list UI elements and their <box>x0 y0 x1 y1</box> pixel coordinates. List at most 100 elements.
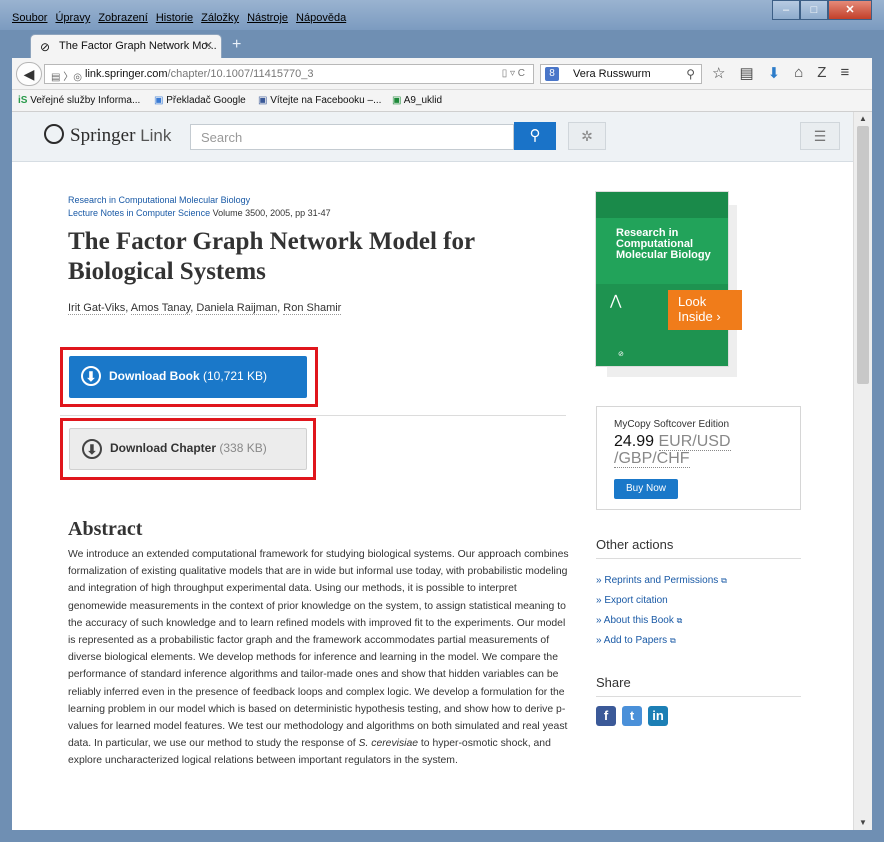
google-search-engine-icon[interactable]: 8 <box>545 67 559 81</box>
bookmark-item[interactable]: ▣ Překladač Google <box>154 95 246 106</box>
site-menu-button[interactable]: ☰ <box>800 122 840 150</box>
zotero-icon[interactable]: Z <box>817 64 826 82</box>
maximize-button[interactable]: □ <box>800 0 828 20</box>
hamburger-icon: ☰ <box>813 128 827 144</box>
highlight-box <box>60 418 316 480</box>
menu-nastroje[interactable]: Nástroje <box>247 12 288 24</box>
lncs-link[interactable]: Lecture Notes in Computer Science <box>68 208 210 218</box>
page-content: Springer Link Search ⚲ ✲ ☰ Research in C… <box>12 112 853 830</box>
tab-close-icon[interactable]: ✕ <box>204 39 213 52</box>
menu-upravy[interactable]: Úpravy <box>55 12 90 24</box>
author-link[interactable]: Ron Shamir <box>283 302 342 315</box>
divider <box>596 696 801 697</box>
lncs-line: Lecture Notes in Computer Science Volume… <box>68 208 331 218</box>
divider <box>60 415 566 416</box>
minimize-button[interactable]: – <box>772 0 800 20</box>
menu-historie[interactable]: Historie <box>156 12 193 24</box>
scrollbar-thumb[interactable] <box>857 126 869 384</box>
gear-button[interactable]: ✲ <box>568 122 606 150</box>
springer-horse-icon <box>44 124 64 144</box>
tab-title: The Factor Graph Network Mo... <box>59 40 217 52</box>
site-identity-icon[interactable]: ▤ 〉◎ <box>51 68 82 83</box>
highlight-box <box>60 347 318 407</box>
url-path: /chapter/10.1007/11415770_3 <box>167 68 314 80</box>
vertical-scrollbar[interactable]: ▲ ▼ <box>853 112 872 830</box>
gear-icon: ✲ <box>581 128 593 144</box>
bookmark-item[interactable]: iS Veřejné služby Informa... <box>18 95 140 106</box>
window-bottom-border <box>0 830 884 842</box>
author-link[interactable]: Irit Gat-Viks <box>68 302 126 315</box>
springer-header: Springer Link Search ⚲ ✲ ☰ <box>12 112 853 162</box>
search-button[interactable]: ⚲ <box>514 122 556 150</box>
site-search-input[interactable]: Search <box>190 124 514 150</box>
new-tab-button[interactable]: + <box>232 36 241 54</box>
menu-napoveda[interactable]: Nápověda <box>296 12 346 24</box>
browser-window: Soubor Úpravy Zobrazení Historie Záložky… <box>0 0 884 842</box>
url-host: link.springer.com <box>85 68 168 80</box>
other-actions-list: » Reprints and Permissions ⧉ » Export ci… <box>596 571 727 651</box>
springer-favicon-icon: ⊘ <box>40 40 51 54</box>
list-item[interactable]: » Export citation <box>596 591 727 611</box>
look-inside-button[interactable]: Look Inside › <box>668 290 742 330</box>
browser-search-value: Vera Russwurm <box>573 68 651 80</box>
bookmark-star-icon[interactable]: ☆ <box>712 64 725 82</box>
bookmarks-toolbar: iS Veřejné služby Informa... ▣ Překladač… <box>12 90 872 112</box>
menu-bar: Soubor Úpravy Zobrazení Historie Záložky… <box>0 0 884 30</box>
book-series-link[interactable]: Research in Computational Molecular Biol… <box>68 195 250 205</box>
tab-strip: ⊘ The Factor Graph Network Mo... ✕ + <box>12 30 872 58</box>
bookmarks-list-icon[interactable]: ▤ <box>739 64 753 82</box>
menu-soubor[interactable]: Soubor <box>12 12 47 24</box>
divider <box>596 558 801 559</box>
chevron-right-icon: › <box>716 309 721 324</box>
bookmark-item[interactable]: ▣ A9_uklid <box>392 95 442 106</box>
cover-title: Research in Computational Molecular Biol… <box>616 227 711 261</box>
magnifier-icon[interactable]: ⚲ <box>686 67 695 81</box>
author-link[interactable]: Daniela Raijman <box>196 302 278 315</box>
scroll-up-icon[interactable]: ▲ <box>859 114 867 123</box>
recomb-logo-icon: ⋀ <box>610 292 622 308</box>
author-list: Irit Gat-Viks, Amos Tanay, Daniela Raijm… <box>68 302 342 315</box>
external-link-icon: ⧉ <box>676 616 683 625</box>
tab-active[interactable]: ⊘ The Factor Graph Network Mo... ✕ <box>30 34 222 58</box>
volume-info: Volume 3500, 2005, pp 31-47 <box>212 208 331 218</box>
list-item[interactable]: » Reprints and Permissions ⧉ <box>596 571 727 591</box>
abstract-heading: Abstract <box>68 518 143 540</box>
list-item[interactable]: » About this Book ⧉ <box>596 611 727 631</box>
author-link[interactable]: Amos Tanay <box>130 302 191 315</box>
external-link-icon: ⧉ <box>669 636 676 645</box>
navigation-bar: ◀ ▤ 〉◎ link.springer.com/chapter/10.1007… <box>12 58 872 90</box>
downloads-icon[interactable]: ⬇ <box>768 64 781 82</box>
mycopy-panel: MyCopy Softcover Edition 24.99 EUR/USD /… <box>596 406 801 510</box>
springerlink-logo[interactable]: Springer Link <box>44 124 171 147</box>
facebook-icon[interactable]: f <box>596 706 616 726</box>
cover-author-band <box>596 192 728 218</box>
menu-zobrazeni[interactable]: Zobrazení <box>98 12 148 24</box>
back-button[interactable]: ◀ <box>16 62 42 86</box>
buy-now-button[interactable]: Buy Now <box>614 479 678 499</box>
bookmark-item[interactable]: ▣ Vítejte na Facebooku –... <box>258 95 381 106</box>
browser-search-input[interactable]: 8 Vera Russwurm ⚲ <box>540 64 702 84</box>
mycopy-price: 24.99 EUR/USD /GBP/CHF <box>614 433 731 468</box>
other-actions-heading: Other actions <box>596 537 674 552</box>
search-icon: ⚲ <box>529 127 541 144</box>
home-icon[interactable]: ⌂ <box>794 64 803 82</box>
window-controls: – □ ✕ <box>772 0 872 20</box>
scroll-down-icon[interactable]: ▼ <box>859 818 867 827</box>
page-title: The Factor Graph Network Model for Biolo… <box>68 228 475 285</box>
share-icons: f t in <box>596 706 668 726</box>
close-window-button[interactable]: ✕ <box>828 0 872 20</box>
hamburger-menu-icon[interactable]: ≡ <box>840 64 849 82</box>
toolbar-icons: ☆ ▤ ⬇ ⌂ Z ≡ <box>712 64 849 82</box>
twitter-icon[interactable]: t <box>622 706 642 726</box>
book-cover-image[interactable]: Research in Computational Molecular Biol… <box>595 191 729 367</box>
share-heading: Share <box>596 675 631 690</box>
url-bar[interactable]: ▤ 〉◎ link.springer.com/chapter/10.1007/1… <box>44 64 534 84</box>
linkedin-icon[interactable]: in <box>648 706 668 726</box>
springer-publisher-mark: ⊘ <box>618 351 624 358</box>
list-item[interactable]: » Add to Papers ⧉ <box>596 631 727 651</box>
external-link-icon: ⧉ <box>721 576 727 585</box>
reader-refresh-icons[interactable]: ▯ ▿ C <box>502 68 525 79</box>
mycopy-title: MyCopy Softcover Edition <box>614 419 730 430</box>
menu-zalozky[interactable]: Záložky <box>201 12 239 24</box>
abstract-text: We introduce an extended computational f… <box>68 549 569 767</box>
